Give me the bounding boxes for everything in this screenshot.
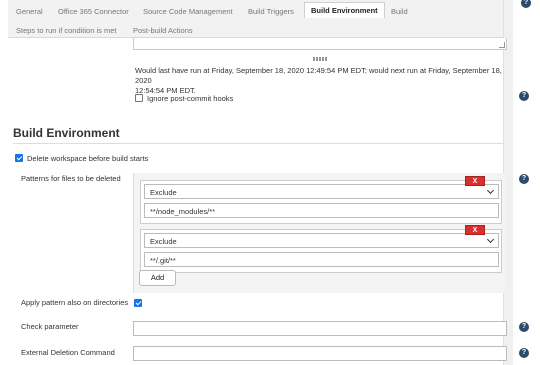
config-tab-bar: General Office 365 Connector Source Code…: [8, 0, 503, 38]
help-icon[interactable]: ?: [519, 91, 529, 101]
apply-pattern-directories-checkbox[interactable]: [134, 299, 142, 307]
pattern-input[interactable]: **/node_modules/**: [144, 203, 499, 218]
chevron-down-icon: [486, 235, 495, 244]
pattern-entry: Exclude X **/node_modules/**: [140, 176, 502, 224]
pattern-entry: Exclude X **/.git/**: [140, 225, 502, 273]
schedule-textarea[interactable]: [133, 38, 507, 50]
resize-grip-icon[interactable]: [499, 42, 505, 48]
pattern-type-select[interactable]: Exclude: [144, 184, 499, 199]
tab-office-365-connector[interactable]: Office 365 Connector: [58, 7, 129, 16]
delete-pattern-button[interactable]: X: [465, 176, 485, 186]
add-pattern-button[interactable]: Add: [139, 270, 176, 286]
tab-build-environment[interactable]: Build Environment: [304, 2, 385, 18]
delete-workspace-label: Delete workspace before build starts: [27, 154, 149, 163]
patterns-label: Patterns for files to be deleted: [21, 174, 121, 183]
delete-workspace-checkbox[interactable]: [15, 154, 23, 162]
pattern-type-select[interactable]: Exclude: [144, 233, 499, 248]
pattern-input[interactable]: **/.git/**: [144, 252, 499, 267]
delete-pattern-button[interactable]: X: [465, 225, 485, 235]
ignore-post-commit-hooks-label: Ignore post-commit hooks: [147, 94, 234, 103]
textarea-resize-handle[interactable]: [313, 57, 327, 61]
check-parameter-input[interactable]: [133, 321, 507, 336]
section-title: Build Environment: [13, 126, 120, 140]
tab-post-build-actions[interactable]: Post-build Actions: [133, 26, 193, 35]
external-deletion-command-input[interactable]: [133, 346, 507, 361]
schedule-info: Would last have run at Friday, September…: [135, 66, 505, 96]
pattern-type-value: Exclude: [150, 188, 177, 197]
help-icon[interactable]: ?: [519, 174, 529, 184]
section-divider: [13, 143, 503, 144]
schedule-info-line-1: Would last have run at Friday, September…: [135, 66, 502, 85]
ignore-post-commit-hooks-checkbox[interactable]: [135, 94, 143, 102]
external-deletion-command-label: External Deletion Command: [21, 348, 115, 357]
tab-build-triggers[interactable]: Build Triggers: [248, 7, 294, 16]
help-icon[interactable]: ?: [521, 0, 531, 8]
chevron-down-icon: [486, 186, 495, 195]
tab-build[interactable]: Build: [391, 7, 408, 16]
tab-source-code-management[interactable]: Source Code Management: [143, 7, 233, 16]
apply-pattern-directories-label: Apply pattern also on directories: [21, 298, 129, 307]
pattern-type-value: Exclude: [150, 237, 177, 246]
tab-general[interactable]: General: [16, 7, 43, 16]
tab-steps-to-run-if-condition-is-met[interactable]: Steps to run if condition is met: [16, 26, 116, 35]
help-icon[interactable]: ?: [519, 322, 529, 332]
help-icon[interactable]: ?: [519, 348, 529, 358]
check-parameter-label: Check parameter: [21, 322, 79, 331]
